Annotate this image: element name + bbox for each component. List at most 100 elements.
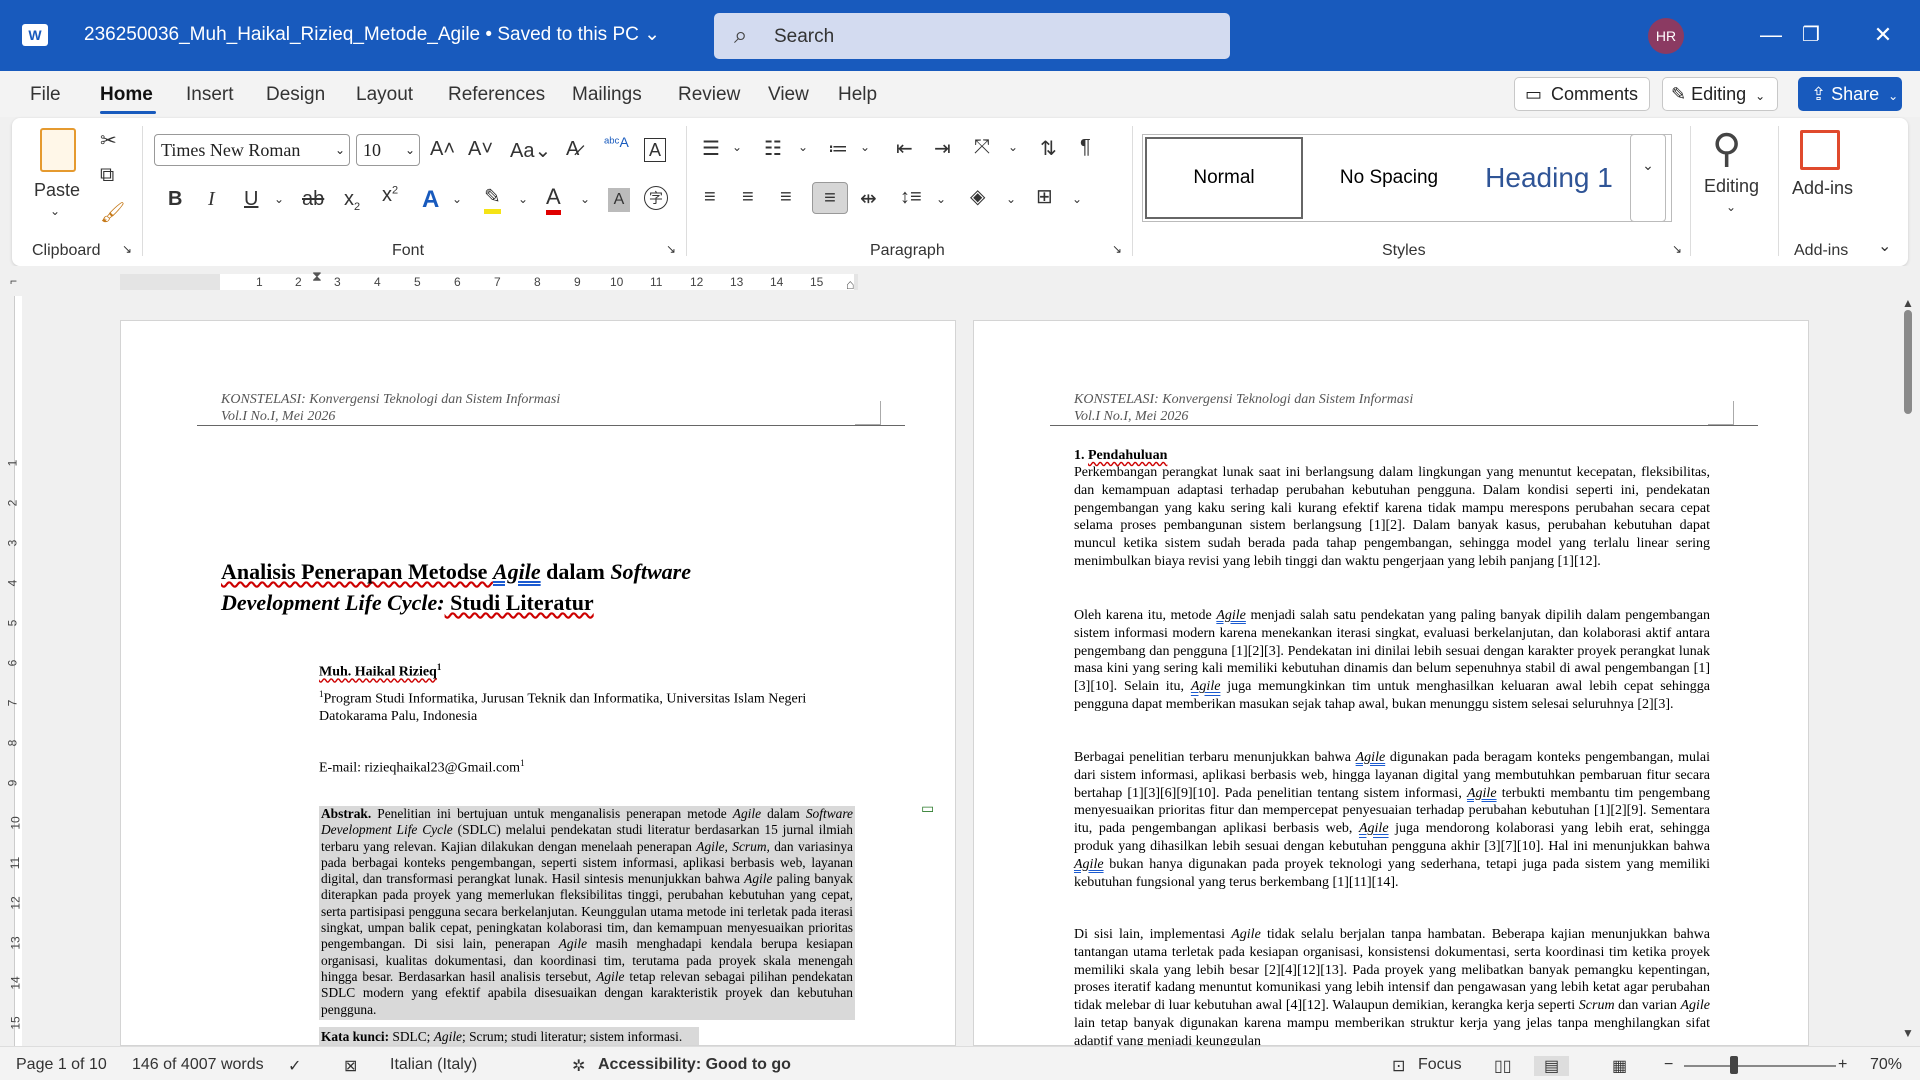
document-page-2[interactable]: KONSTELASI: Konvergensi Teknologi dan Si…: [973, 320, 1809, 1046]
superscript-icon[interactable]: x2: [382, 184, 398, 207]
dialog-launcher-icon[interactable]: ↘: [666, 242, 676, 256]
dialog-launcher-icon[interactable]: ↘: [1112, 242, 1122, 256]
align-left-icon[interactable]: ≡: [704, 186, 716, 209]
font-color-icon[interactable]: A: [546, 184, 561, 215]
dialog-launcher-icon[interactable]: ↘: [122, 242, 132, 256]
avatar[interactable]: HR: [1648, 18, 1684, 54]
chevron-down-icon[interactable]: ⌄: [936, 192, 946, 206]
copy-icon[interactable]: ⧉: [100, 164, 114, 187]
tab-layout[interactable]: Layout: [356, 84, 413, 106]
align-right-icon[interactable]: ≡: [780, 186, 792, 209]
enclose-characters-icon[interactable]: 字: [644, 186, 668, 210]
chevron-down-icon[interactable]: ⌄: [798, 140, 808, 154]
chevron-down-icon[interactable]: ⌄: [1006, 192, 1016, 206]
shrink-font-icon[interactable]: A˅: [468, 138, 493, 161]
highlight-icon[interactable]: ✎: [484, 184, 501, 214]
scroll-up-icon[interactable]: ▲: [1902, 296, 1914, 310]
right-indent-marker[interactable]: ⌂: [846, 276, 854, 292]
chevron-down-icon[interactable]: ⌄: [274, 192, 284, 206]
zoom-slider-track[interactable]: [1684, 1065, 1836, 1067]
increase-indent-icon[interactable]: ⇥: [934, 136, 951, 161]
find-icon[interactable]: ⚲: [1712, 126, 1741, 172]
font-name-select[interactable]: Times New Roman ⌄: [154, 134, 350, 166]
distributed-icon[interactable]: ⇹: [860, 186, 877, 211]
focus-button[interactable]: Focus: [1418, 1056, 1462, 1074]
tab-home[interactable]: Home: [100, 84, 153, 106]
text-effects-icon[interactable]: ᵃᵇᶜA: [604, 134, 629, 150]
align-center-icon[interactable]: ≡: [742, 186, 754, 209]
numbering-icon[interactable]: ☷: [764, 136, 782, 161]
chevron-down-icon[interactable]: ⌄: [860, 140, 870, 154]
borders-icon[interactable]: ⊞: [1036, 184, 1053, 209]
chevron-down-icon[interactable]: ⌄: [1008, 140, 1018, 154]
sort-icon[interactable]: ⇅: [1040, 136, 1057, 161]
tab-insert[interactable]: Insert: [186, 84, 234, 106]
style-heading-1[interactable]: Heading 1: [1469, 135, 1629, 221]
editing-group-button[interactable]: Editing: [1704, 176, 1759, 197]
underline-icon[interactable]: U: [244, 188, 258, 211]
justify-icon[interactable]: ≡: [812, 182, 848, 214]
horizontal-ruler[interactable]: ⌐ ⧗ ⌂ 1 2 3 4 5 6 7 8 9 10 11 12 13 14 1…: [0, 266, 1920, 296]
zoom-slider-thumb[interactable]: [1730, 1056, 1738, 1074]
clipboard-icon[interactable]: [40, 128, 76, 172]
bullets-icon[interactable]: ☰: [702, 136, 720, 161]
page-count[interactable]: Page 1 of 10: [16, 1056, 107, 1074]
chevron-down-icon[interactable]: ⌄: [50, 204, 60, 218]
add-ins-button[interactable]: Add-ins: [1792, 178, 1853, 199]
add-ins-icon[interactable]: [1800, 130, 1840, 170]
word-app-icon[interactable]: W: [22, 24, 48, 46]
tab-review[interactable]: Review: [678, 84, 740, 106]
decrease-indent-icon[interactable]: ⇤: [896, 136, 913, 161]
cut-icon[interactable]: ✂: [100, 128, 117, 153]
accessibility-status[interactable]: Accessibility: Good to go: [598, 1056, 791, 1074]
editing-mode-button[interactable]: ✎ Editing ⌄: [1662, 77, 1778, 111]
print-layout-icon[interactable]: ▤: [1534, 1056, 1570, 1076]
chevron-down-icon[interactable]: ⌄: [452, 192, 462, 206]
vertical-scrollbar[interactable]: ▲ ▼: [1896, 296, 1920, 1046]
character-border-icon[interactable]: A: [644, 138, 666, 162]
zoom-level[interactable]: 70%: [1870, 1056, 1902, 1074]
text-effect-icon[interactable]: A: [422, 186, 439, 214]
subscript-icon[interactable]: x2: [344, 188, 360, 213]
document-title[interactable]: 236250036_Muh_Haikal_Rizieq_Metode_Agile…: [84, 23, 660, 46]
chevron-down-icon[interactable]: ⌄: [580, 192, 590, 206]
zoom-in-icon[interactable]: +: [1838, 1056, 1847, 1074]
style-normal[interactable]: Normal: [1145, 137, 1303, 219]
font-size-select[interactable]: 10 ⌄: [356, 134, 420, 166]
first-line-indent-marker[interactable]: ⧗: [312, 268, 322, 285]
chevron-down-icon[interactable]: ⌄: [518, 192, 528, 206]
character-shading-icon[interactable]: A: [608, 188, 630, 212]
document-page-1[interactable]: KONSTELASI: Konvergensi Teknologi dan Si…: [120, 320, 956, 1046]
read-mode-icon[interactable]: ▯▯: [1494, 1056, 1512, 1076]
tab-mailings[interactable]: Mailings: [572, 84, 642, 106]
macro-icon[interactable]: ⊠: [344, 1056, 357, 1076]
share-button[interactable]: ⇪ Share ⌄: [1798, 77, 1902, 111]
chevron-down-icon[interactable]: ⌄: [1072, 192, 1082, 206]
page-header[interactable]: KONSTELASI: Konvergensi Teknologi dan Si…: [221, 391, 560, 425]
grow-font-icon[interactable]: A˄: [430, 138, 455, 161]
tab-design[interactable]: Design: [266, 84, 325, 106]
italic-icon[interactable]: I: [208, 188, 215, 211]
scroll-thumb[interactable]: [1904, 310, 1912, 414]
minimize-icon[interactable]: —: [1756, 18, 1786, 52]
word-count[interactable]: 146 of 4007 words: [132, 1056, 264, 1074]
tab-help[interactable]: Help: [838, 84, 877, 106]
chevron-down-icon[interactable]: ⌄: [732, 140, 742, 154]
vertical-ruler[interactable]: 1 2 3 4 5 6 7 8 9 10 11 12 13 14 15: [0, 296, 34, 1046]
proofing-icon[interactable]: ✓: [288, 1056, 301, 1076]
format-painter-icon[interactable]: 🖌: [100, 200, 125, 225]
tab-file[interactable]: File: [30, 84, 61, 106]
restore-icon[interactable]: ❐: [1796, 18, 1826, 52]
dialog-launcher-icon[interactable]: ↘: [1672, 242, 1682, 256]
tab-view[interactable]: View: [768, 84, 809, 106]
style-no-spacing[interactable]: No Spacing: [1309, 135, 1469, 221]
comments-button[interactable]: ▭ Comments: [1514, 77, 1650, 111]
line-spacing-icon[interactable]: ↕≡: [900, 186, 922, 209]
multilevel-list-icon[interactable]: ≔: [828, 136, 848, 161]
bold-icon[interactable]: B: [168, 188, 182, 211]
show-formatting-icon[interactable]: ¶: [1080, 136, 1091, 159]
chevron-down-icon[interactable]: ⌄: [1726, 200, 1736, 214]
change-case-icon[interactable]: Aa⌄: [510, 138, 551, 163]
close-icon[interactable]: ✕: [1868, 18, 1898, 52]
strikethrough-icon[interactable]: ab: [302, 188, 324, 211]
